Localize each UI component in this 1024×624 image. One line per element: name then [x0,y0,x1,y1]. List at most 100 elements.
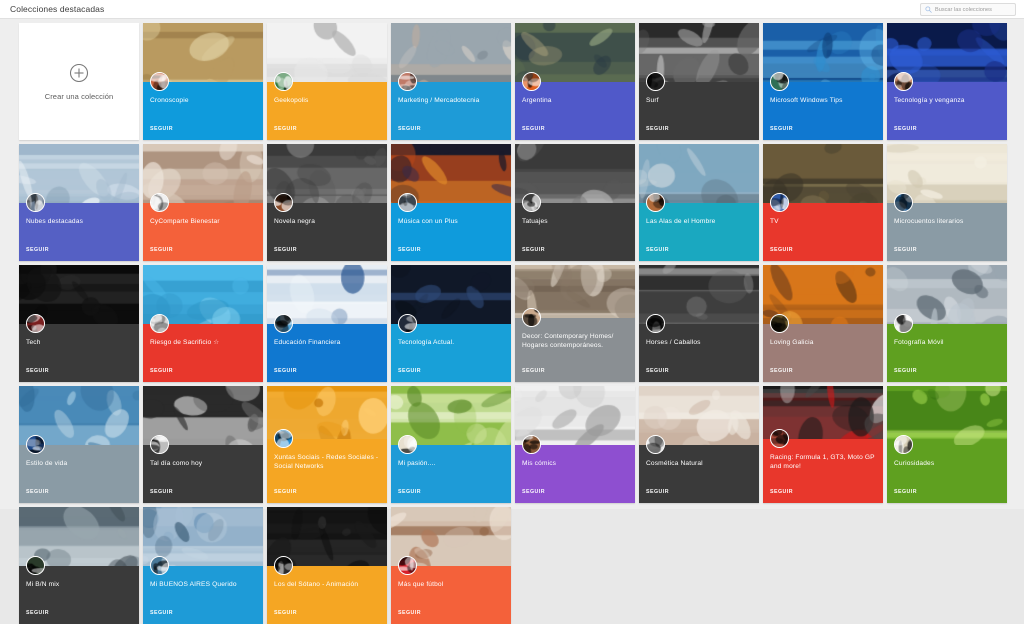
avatar[interactable] [770,429,789,448]
collection-card[interactable]: Educación Financiera SEGUIR [267,265,387,382]
avatar[interactable] [274,314,293,333]
avatar[interactable] [522,193,541,212]
collection-card[interactable]: Tech SEGUIR [19,265,139,382]
follow-button[interactable]: SEGUIR [522,489,545,495]
avatar[interactable] [522,435,541,454]
avatar[interactable] [646,72,665,91]
collection-card[interactable]: Riesgo de Sacrificio ☆ SEGUIR [143,265,263,382]
follow-button[interactable]: SEGUIR [274,610,297,616]
collection-card[interactable]: Marketing / Mercadotecnia SEGUIR [391,23,511,140]
follow-button[interactable]: SEGUIR [646,368,669,374]
collection-card[interactable]: TV SEGUIR [763,144,883,261]
follow-button[interactable]: SEGUIR [770,126,793,132]
avatar[interactable] [398,314,417,333]
follow-button[interactable]: SEGUIR [150,247,173,253]
follow-button[interactable]: SEGUIR [26,489,49,495]
avatar[interactable] [646,435,665,454]
avatar[interactable] [274,429,293,448]
follow-button[interactable]: SEGUIR [894,126,917,132]
collection-card[interactable]: Tecnología Actual. SEGUIR [391,265,511,382]
collection-card[interactable]: Tatuajes SEGUIR [515,144,635,261]
collection-card[interactable]: Mi pasión.... SEGUIR [391,386,511,503]
avatar[interactable] [274,72,293,91]
collection-card[interactable]: Fotografía Móvil SEGUIR [887,265,1007,382]
collection-card[interactable]: Geekopolis SEGUIR [267,23,387,140]
follow-button[interactable]: SEGUIR [26,247,49,253]
avatar[interactable] [770,72,789,91]
avatar[interactable] [398,72,417,91]
follow-button[interactable]: SEGUIR [522,126,545,132]
avatar[interactable] [398,435,417,454]
collection-card[interactable]: Mi B/N mix SEGUIR [19,507,139,624]
collection-card[interactable]: Curiosidades SEGUIR [887,386,1007,503]
avatar[interactable] [150,193,169,212]
follow-button[interactable]: SEGUIR [150,489,173,495]
collection-card[interactable]: Argentina SEGUIR [515,23,635,140]
collection-card[interactable]: Surf SEGUIR [639,23,759,140]
collection-card[interactable]: Racing: Formula 1, GT3, Moto GP and more… [763,386,883,503]
follow-button[interactable]: SEGUIR [522,368,545,374]
collection-card[interactable]: Más que fútbol SEGUIR [391,507,511,624]
follow-button[interactable]: SEGUIR [26,610,49,616]
collection-card[interactable]: Música con un Plus SEGUIR [391,144,511,261]
avatar[interactable] [26,435,45,454]
collection-card[interactable]: Microcuentos literarios SEGUIR [887,144,1007,261]
avatar[interactable] [646,193,665,212]
follow-button[interactable]: SEGUIR [522,247,545,253]
collection-card[interactable]: Decor: Contemporary Homes/ Hogares conte… [515,265,635,382]
avatar[interactable] [274,556,293,575]
follow-button[interactable]: SEGUIR [646,126,669,132]
avatar[interactable] [150,72,169,91]
collection-card[interactable]: Tecnología y venganza SEGUIR [887,23,1007,140]
follow-button[interactable]: SEGUIR [274,368,297,374]
avatar[interactable] [894,193,913,212]
collection-card[interactable]: Xuntas Sociais - Redes Sociales - Social… [267,386,387,503]
avatar[interactable] [770,193,789,212]
follow-button[interactable]: SEGUIR [150,126,173,132]
follow-button[interactable]: SEGUIR [646,489,669,495]
avatar[interactable] [522,308,541,327]
avatar[interactable] [26,193,45,212]
collection-card[interactable]: Horses / Caballos SEGUIR [639,265,759,382]
follow-button[interactable]: SEGUIR [770,368,793,374]
collection-card[interactable]: Mi BUENOS AIRES Querido SEGUIR [143,507,263,624]
follow-button[interactable]: SEGUIR [894,247,917,253]
avatar[interactable] [770,314,789,333]
follow-button[interactable]: SEGUIR [398,610,421,616]
avatar[interactable] [398,556,417,575]
avatar[interactable] [894,435,913,454]
collection-card[interactable]: Cosmética Natural SEGUIR [639,386,759,503]
collection-card[interactable]: Loving Galicia SEGUIR [763,265,883,382]
follow-button[interactable]: SEGUIR [274,489,297,495]
follow-button[interactable]: SEGUIR [398,126,421,132]
follow-button[interactable]: SEGUIR [770,489,793,495]
follow-button[interactable]: SEGUIR [150,610,173,616]
collection-card[interactable]: Los del Sótano - Animación SEGUIR [267,507,387,624]
follow-button[interactable]: SEGUIR [894,489,917,495]
follow-button[interactable]: SEGUIR [894,368,917,374]
create-collection-card[interactable]: Crear una colección [19,23,139,140]
avatar[interactable] [150,435,169,454]
follow-button[interactable]: SEGUIR [274,247,297,253]
follow-button[interactable]: SEGUIR [26,368,49,374]
avatar[interactable] [894,314,913,333]
search-input[interactable] [935,6,1011,13]
follow-button[interactable]: SEGUIR [398,368,421,374]
collection-card[interactable]: Microsoft Windows Tips SEGUIR [763,23,883,140]
avatar[interactable] [646,314,665,333]
collection-card[interactable]: Cronoscopie SEGUIR [143,23,263,140]
follow-button[interactable]: SEGUIR [398,489,421,495]
follow-button[interactable]: SEGUIR [398,247,421,253]
follow-button[interactable]: SEGUIR [770,247,793,253]
avatar[interactable] [274,193,293,212]
avatar[interactable] [894,72,913,91]
avatar[interactable] [150,556,169,575]
collection-card[interactable]: Novela negra SEGUIR [267,144,387,261]
collection-card[interactable]: Tal día como hoy SEGUIR [143,386,263,503]
follow-button[interactable]: SEGUIR [274,126,297,132]
avatar[interactable] [522,72,541,91]
avatar[interactable] [150,314,169,333]
follow-button[interactable]: SEGUIR [150,368,173,374]
collection-card[interactable]: CyComparte Bienestar SEGUIR [143,144,263,261]
follow-button[interactable]: SEGUIR [646,247,669,253]
